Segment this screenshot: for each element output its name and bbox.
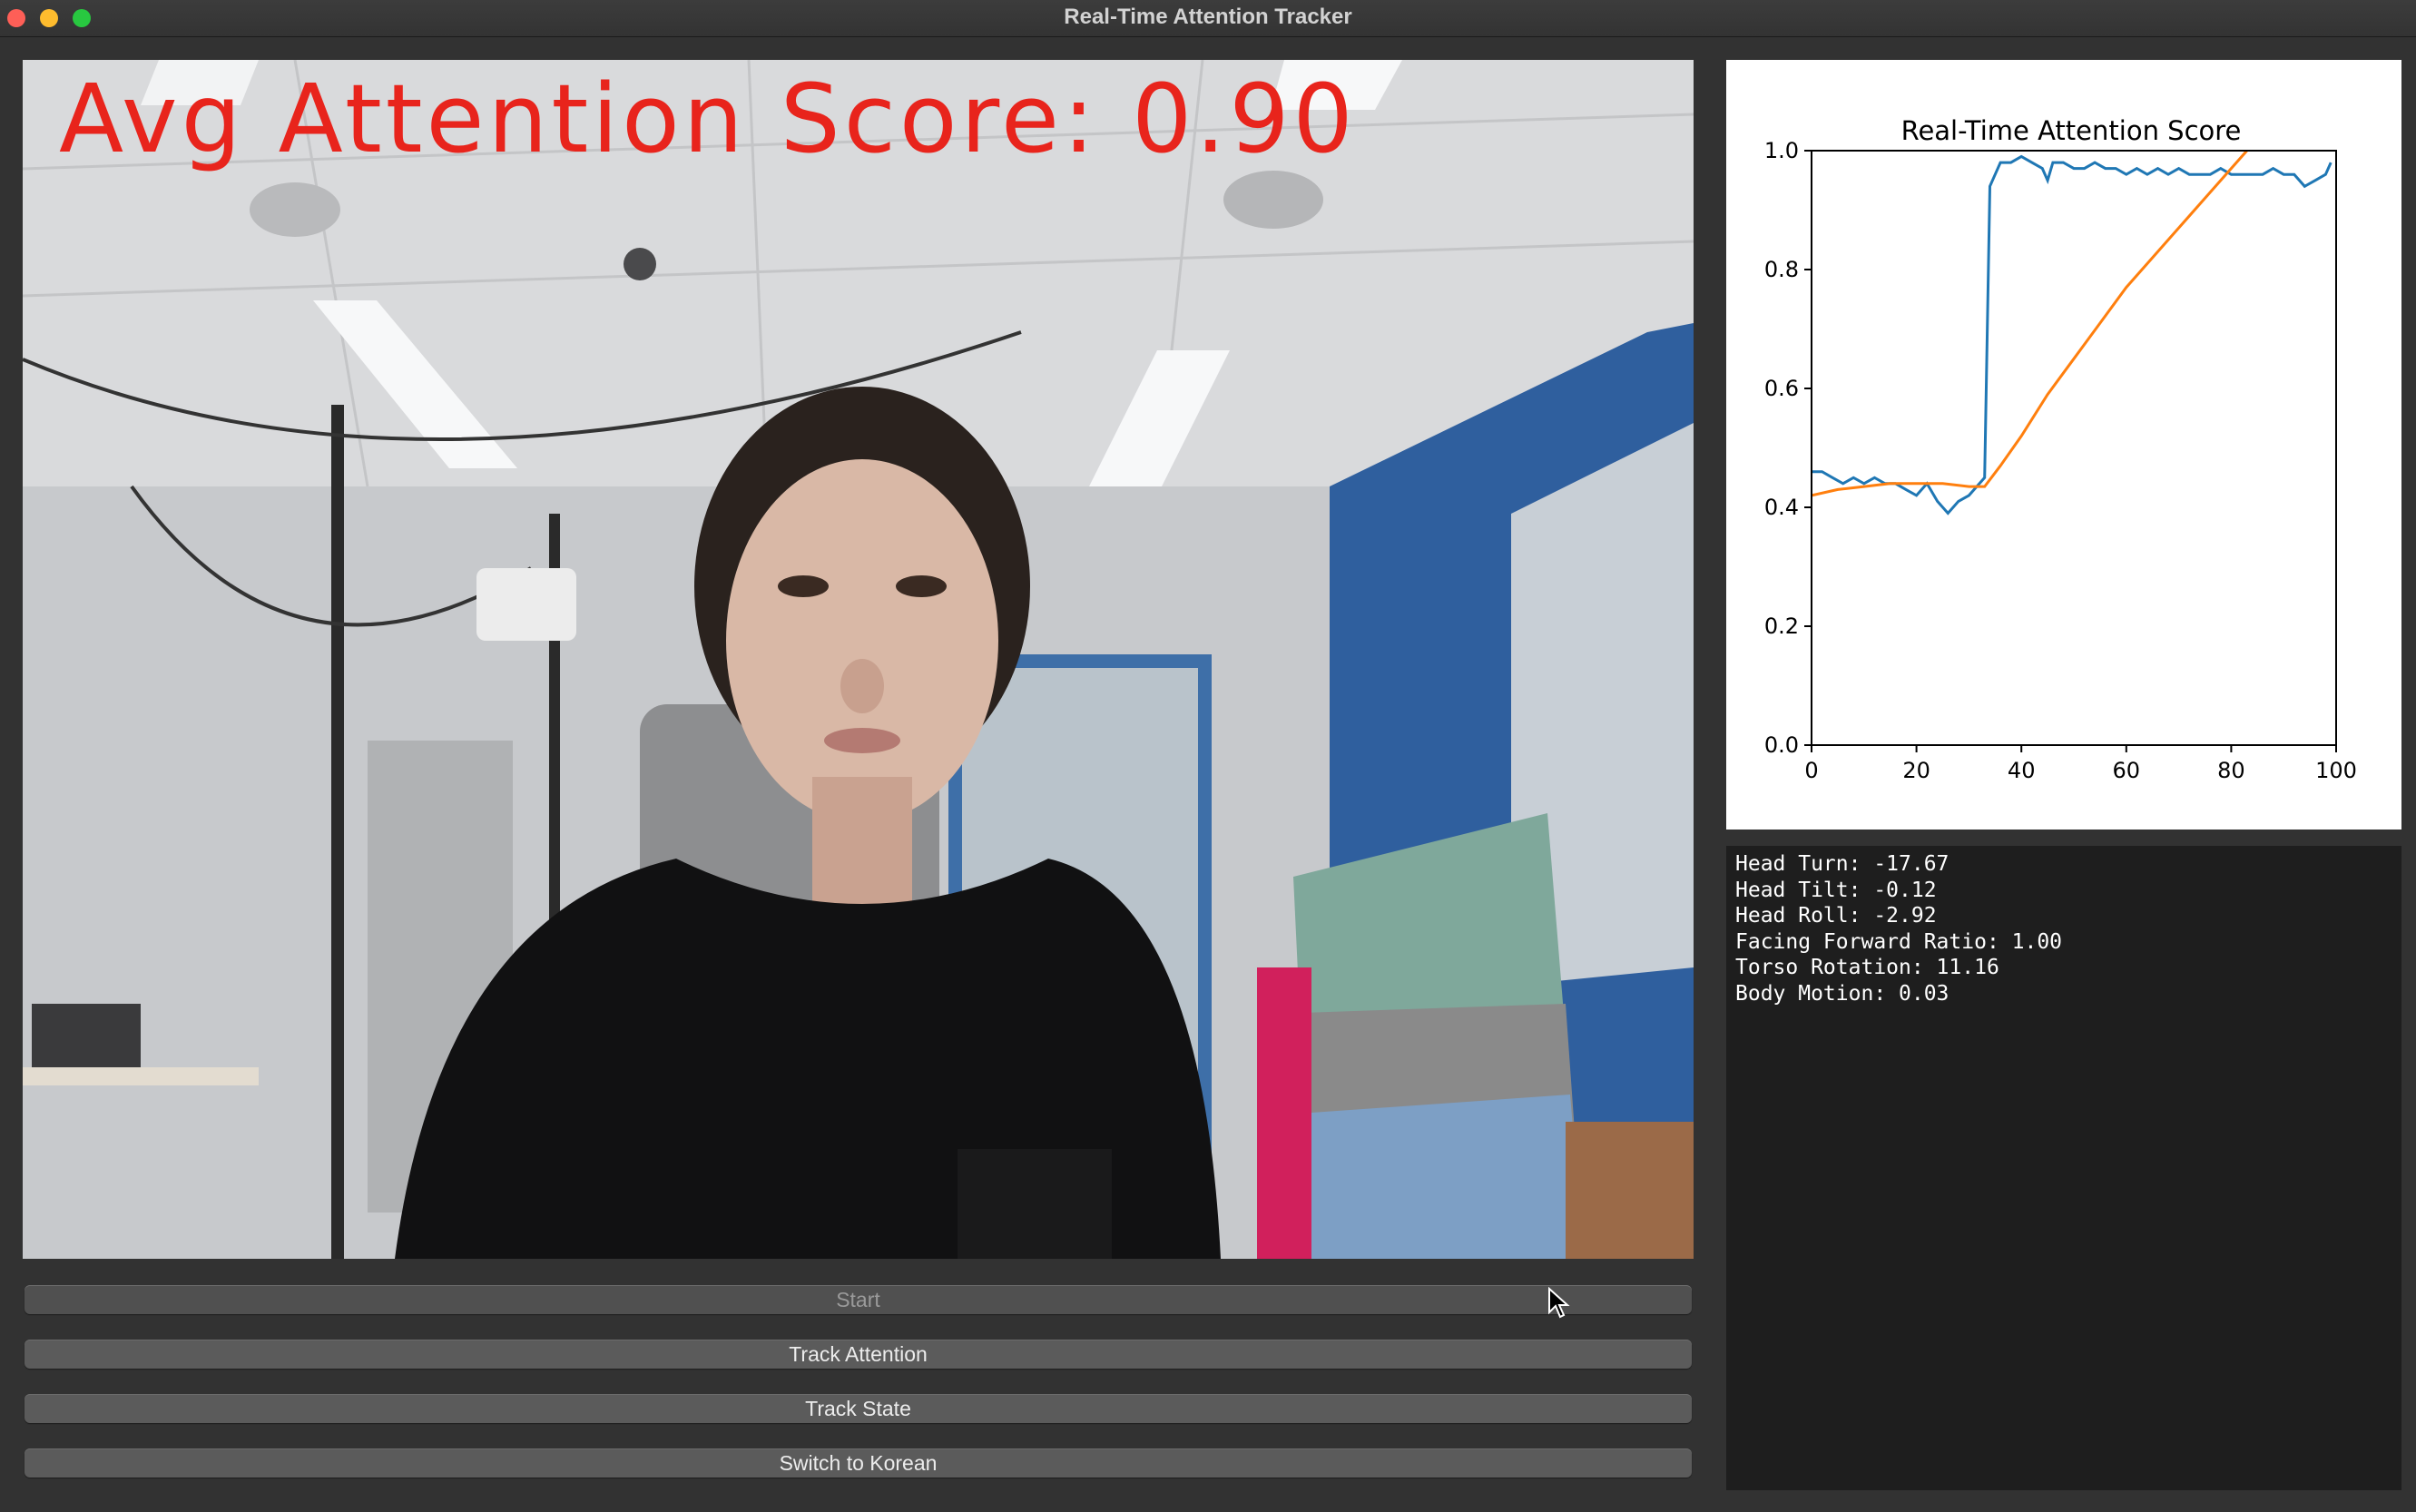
camera-feed: Avg Attention Score: 0.90 bbox=[23, 60, 1694, 1259]
series-line-1 bbox=[1812, 154, 2333, 515]
camera-scene-image bbox=[23, 60, 1694, 1259]
head-roll-value: Head Roll: -2.92 bbox=[1735, 904, 1937, 928]
switch-language-button[interactable]: Switch to Korean bbox=[25, 1448, 1692, 1478]
x-tick-label: 20 bbox=[1902, 758, 1930, 783]
attention-chart-panel: Real-Time Attention Score 0 20 40 60 80 100 0.… bbox=[1726, 60, 2401, 830]
y-tick-label: 0.2 bbox=[1764, 614, 1799, 639]
x-tick-label: 0 bbox=[1804, 758, 1818, 783]
avg-attention-overlay: Avg Attention Score: 0.90 bbox=[59, 64, 1357, 174]
y-tick-label: 0.0 bbox=[1764, 732, 1799, 758]
plot-frame bbox=[1811, 150, 2337, 746]
torso-rotation-value: Torso Rotation: 11.16 bbox=[1735, 956, 1999, 979]
head-turn-value: Head Turn: -17.67 bbox=[1735, 852, 1949, 876]
x-tick-label: 40 bbox=[2008, 758, 2036, 783]
x-tick-label: 60 bbox=[2113, 758, 2141, 783]
facing-forward-ratio-value: Facing Forward Ratio: 1.00 bbox=[1735, 929, 2063, 954]
y-tick-label: 0.6 bbox=[1764, 376, 1799, 401]
axes-layer: 0 20 40 60 80 100 0.0 0.2 0.4 0.6 0.8 1.0 bbox=[1764, 138, 2357, 783]
head-tilt-value: Head Tilt: -0.12 bbox=[1735, 878, 1937, 902]
y-tick-label: 0.8 bbox=[1764, 257, 1799, 282]
mouse-cursor-icon bbox=[1548, 1287, 1570, 1319]
x-tick-label: 80 bbox=[2217, 758, 2245, 783]
x-tick-label: 100 bbox=[2315, 758, 2357, 783]
y-tick-label: 1.0 bbox=[1764, 138, 1799, 163]
y-tick-label: 0.4 bbox=[1764, 495, 1799, 520]
chart-title: Real-Time Attention Score bbox=[1901, 115, 2242, 146]
body-motion-value: Body Motion: 0.03 bbox=[1735, 981, 1949, 1006]
track-state-button[interactable]: Track State bbox=[25, 1394, 1692, 1423]
start-button[interactable]: Start bbox=[25, 1285, 1692, 1314]
metrics-panel: Head Turn: -17.67 Head Tilt: -0.12 Head … bbox=[1726, 846, 2401, 1490]
attention-chart: Real-Time Attention Score 0 20 40 60 80 100 0.… bbox=[1764, 115, 2357, 783]
title-bar: Real-Time Attention Tracker bbox=[0, 0, 2416, 37]
track-attention-button[interactable]: Track Attention bbox=[25, 1340, 1692, 1369]
window-title: Real-Time Attention Tracker bbox=[1064, 5, 1352, 29]
